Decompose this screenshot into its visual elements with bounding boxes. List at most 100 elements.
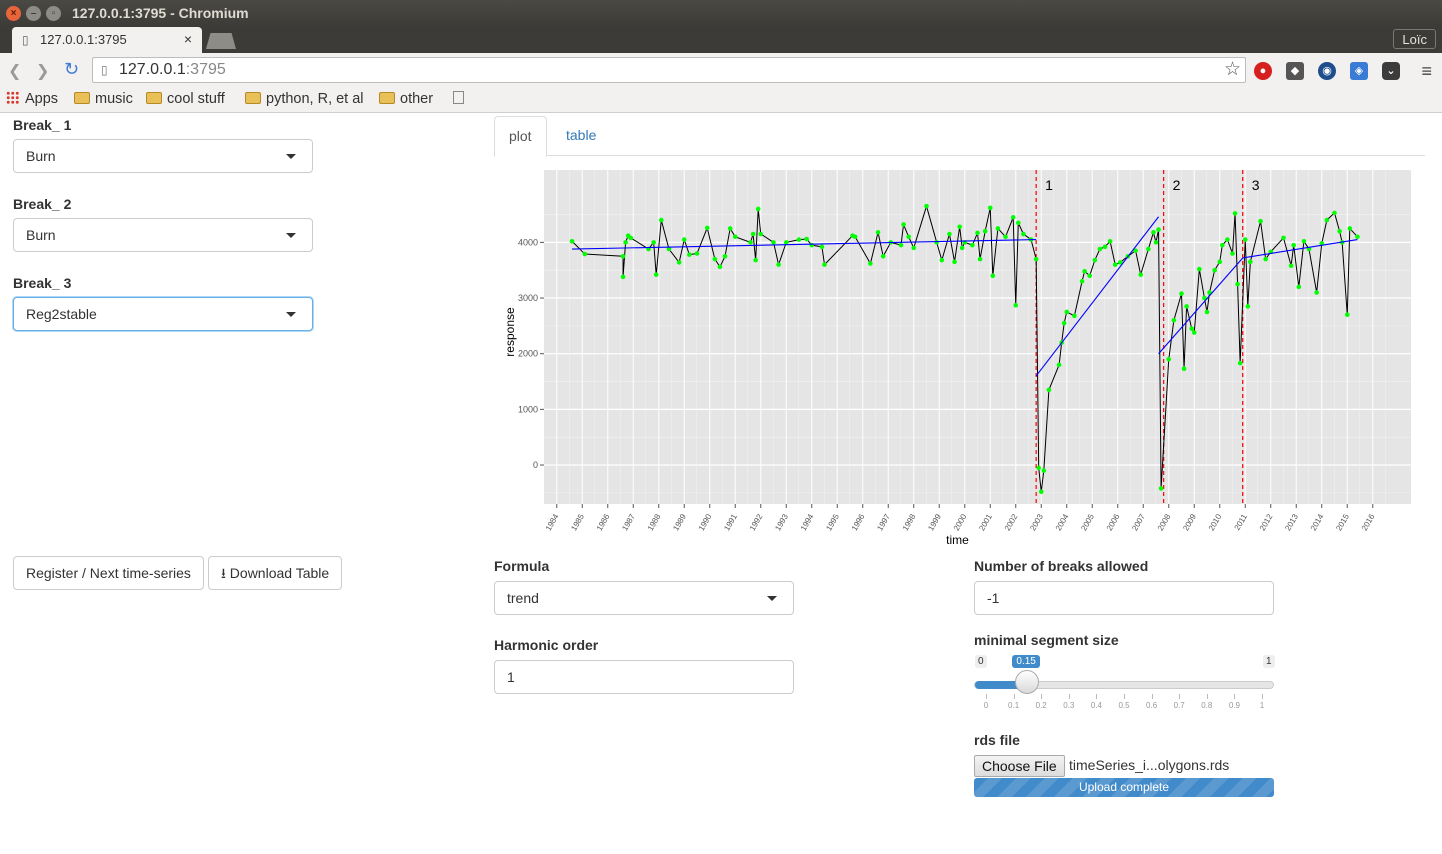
- window-minimize-button[interactable]: –: [26, 6, 41, 21]
- series-point: [804, 236, 809, 242]
- x-tick-label: 2001: [977, 512, 994, 532]
- series-point: [1097, 246, 1103, 252]
- x-tick-label: 1987: [620, 512, 637, 532]
- series-point: [783, 240, 789, 245]
- page-icon: ▯: [101, 63, 108, 77]
- formula-select[interactable]: trend: [494, 581, 794, 615]
- tab-table[interactable]: table: [552, 116, 610, 157]
- x-tick-label: 2014: [1309, 512, 1326, 532]
- slider-tick: [1124, 694, 1125, 699]
- bookmark-page[interactable]: [453, 91, 464, 107]
- window-close-button[interactable]: ×: [6, 6, 21, 21]
- bookmark-python-r[interactable]: python, R, et al: [245, 91, 364, 107]
- series-point: [659, 217, 664, 223]
- series-point: [1056, 362, 1062, 368]
- adblock-icon[interactable]: ●: [1254, 62, 1272, 80]
- y-tick-label: 4000: [518, 237, 538, 247]
- break-1-select[interactable]: Burn: [13, 139, 313, 173]
- series-point: [1204, 309, 1210, 315]
- slider-tick-label: 0.2: [1035, 701, 1047, 710]
- series-point: [1245, 304, 1251, 309]
- bookmark-apps[interactable]: Apps: [6, 91, 58, 107]
- breakpoint-label: 1: [1045, 177, 1053, 193]
- series-point: [1010, 215, 1016, 220]
- window-title: 127.0.0.1:3795 - Chromium: [72, 5, 249, 21]
- series-point: [712, 256, 718, 262]
- series-point: [975, 230, 980, 236]
- output-tabs: plot table: [494, 114, 1425, 157]
- series-point: [704, 225, 710, 231]
- profile-button[interactable]: Loïc: [1393, 29, 1436, 49]
- series-point: [776, 262, 781, 267]
- bookmark-music[interactable]: music: [74, 91, 133, 107]
- new-tab-button[interactable]: [206, 33, 236, 49]
- series-point: [1092, 257, 1098, 263]
- reload-icon[interactable]: ↻: [64, 59, 79, 80]
- series-point: [620, 274, 626, 280]
- series-point: [1347, 226, 1353, 231]
- chevron-down-icon: [286, 154, 296, 159]
- page-icon: ▯: [22, 33, 29, 47]
- series-point: [1296, 284, 1302, 290]
- bookmark-star-icon[interactable]: ☆: [1224, 58, 1241, 82]
- break-3-select[interactable]: Reg2stable: [13, 297, 313, 331]
- slider-tick-label: 0: [983, 701, 989, 710]
- series-point: [1151, 230, 1156, 235]
- bookmark-other[interactable]: other: [379, 91, 433, 107]
- series-point: [1033, 256, 1039, 262]
- chevron-down-icon: [286, 233, 296, 238]
- pocket-icon[interactable]: ⌄: [1382, 62, 1400, 80]
- back-icon[interactable]: ❮: [8, 61, 21, 81]
- bookmark-cool-stuff[interactable]: cool stuff: [146, 91, 225, 107]
- register-next-button[interactable]: Register / Next time-series: [13, 556, 204, 590]
- download-table-label: Download Table: [229, 565, 330, 581]
- slider-tick: [1179, 694, 1181, 699]
- series-point: [1237, 360, 1243, 366]
- series-point: [1263, 256, 1268, 262]
- x-tick-label: 1985: [569, 512, 586, 532]
- series-point: [687, 252, 692, 257]
- series-point: [1212, 267, 1217, 273]
- break-2-select[interactable]: Burn: [13, 218, 313, 252]
- series-point: [1337, 228, 1342, 234]
- slider-tick-label: 0.3: [1063, 701, 1075, 710]
- breaks-allowed-label: Number of breaks allowed: [974, 558, 1149, 574]
- browser-tab[interactable]: ▯ 127.0.0.1:3795 ×: [12, 27, 202, 53]
- download-table-button[interactable]: ⭳ Download Table: [208, 556, 343, 590]
- choose-file-button[interactable]: Choose File: [974, 755, 1065, 777]
- series-point: [987, 205, 993, 211]
- x-tick-label: 1993: [773, 512, 790, 532]
- y-tick-label: 1000: [518, 404, 538, 414]
- series-point: [753, 257, 758, 263]
- x-tick-label: 2007: [1130, 512, 1147, 532]
- series-point: [1064, 309, 1070, 315]
- tab-plot[interactable]: plot: [494, 116, 547, 157]
- series-point: [939, 257, 945, 263]
- break-1-value: Burn: [26, 148, 56, 164]
- series-point: [819, 244, 825, 250]
- close-tab-icon[interactable]: ×: [184, 31, 192, 47]
- menu-icon[interactable]: ≡: [1421, 61, 1432, 82]
- formula-label: Formula: [494, 558, 550, 574]
- series-point: [957, 224, 962, 230]
- series-point: [1153, 240, 1159, 245]
- series-point: [1191, 330, 1197, 335]
- breaks-allowed-input[interactable]: -1: [974, 581, 1274, 615]
- window-maximize-button[interactable]: ▫: [46, 6, 61, 21]
- series-point: [1248, 259, 1253, 265]
- series-point: [1087, 273, 1092, 279]
- x-axis: 1984 1985 1986 1987 1988 1989 1990 1991 1992 1993…: [544, 504, 1377, 532]
- extension-eye-icon[interactable]: ◉: [1318, 62, 1336, 80]
- slider-max: 1: [1263, 655, 1275, 668]
- extension-icon[interactable]: ◆: [1286, 62, 1304, 80]
- series-point: [620, 253, 626, 259]
- y-tick-label: 2000: [518, 349, 538, 359]
- extension-cube-icon[interactable]: ◈: [1350, 62, 1368, 80]
- series-point: [755, 206, 761, 212]
- forward-icon[interactable]: ❯: [36, 61, 49, 81]
- address-bar[interactable]: ▯ 127.0.0.1:3795 ☆: [92, 57, 1246, 83]
- slider-handle[interactable]: [1015, 670, 1040, 694]
- x-tick-label: 1994: [799, 512, 816, 532]
- series-point: [748, 240, 753, 245]
- harmonic-order-input[interactable]: 1: [494, 660, 794, 694]
